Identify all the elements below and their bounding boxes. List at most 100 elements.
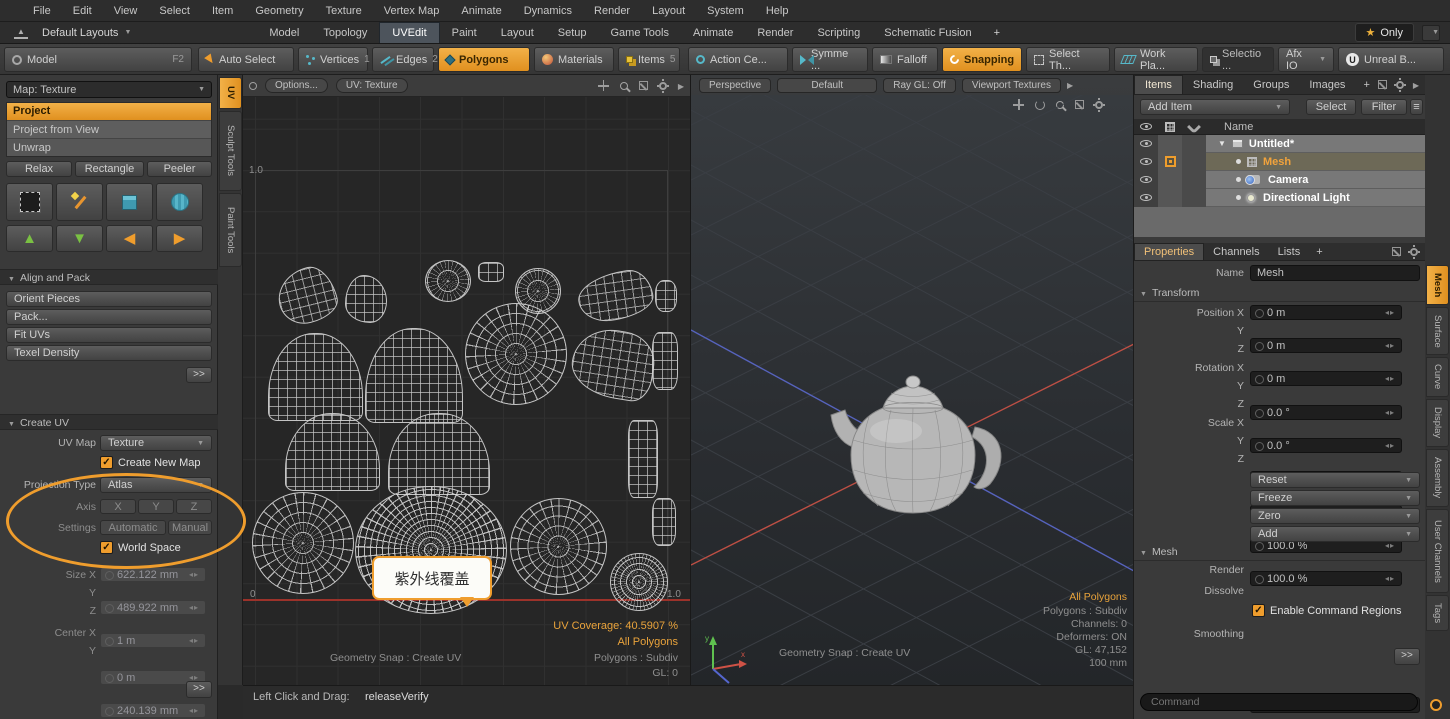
- properties-more-button[interactable]: >>: [1394, 648, 1420, 665]
- create-uv-section[interactable]: Create UV: [0, 414, 218, 430]
- size-x-field[interactable]: 622.122 mm: [100, 567, 206, 582]
- falloff-button[interactable]: Falloff: [872, 47, 938, 72]
- menu-animate[interactable]: Animate: [450, 5, 512, 17]
- form-tab-surface[interactable]: Surface: [1426, 307, 1449, 355]
- maximize-icon[interactable]: [639, 81, 648, 90]
- tab-layout[interactable]: Layout: [489, 23, 546, 43]
- uv-map-dropdown[interactable]: Texture: [100, 435, 212, 451]
- polygons-mode-button[interactable]: Polygons: [438, 47, 530, 72]
- uv-texture-tab[interactable]: UV: Texture: [336, 78, 408, 93]
- position-y-field[interactable]: 0 m: [1250, 338, 1402, 353]
- rotation-y-field[interactable]: 0.0 °: [1250, 438, 1402, 453]
- eye-icon[interactable]: [1140, 174, 1152, 186]
- select-through-button[interactable]: Select Th...: [1026, 47, 1110, 72]
- item-name[interactable]: Camera: [1268, 174, 1308, 186]
- auto-select-button[interactable]: Auto Select: [198, 47, 294, 72]
- snapping-button[interactable]: Snapping: [942, 47, 1022, 72]
- add-transform-button[interactable]: Add: [1250, 526, 1420, 542]
- gear-icon[interactable]: [1396, 81, 1404, 89]
- freeze-button[interactable]: Freeze: [1250, 490, 1420, 506]
- viewport-header-menu-icon[interactable]: [1067, 79, 1073, 91]
- form-tab-assembly[interactable]: Assembly: [1426, 449, 1449, 507]
- unreal-bridge-button[interactable]: Unreal B...: [1338, 47, 1444, 72]
- command-input[interactable]: [1140, 693, 1418, 711]
- uv-editor[interactable]: Options... UV: Texture 1.0 0 1.0: [243, 75, 690, 685]
- zoom-icon[interactable]: [620, 82, 628, 90]
- panel-menu-icon[interactable]: [678, 80, 684, 92]
- gear-icon[interactable]: [1410, 248, 1418, 256]
- uv-island[interactable]: [510, 498, 607, 595]
- create-new-map-checkbox[interactable]: [100, 456, 113, 469]
- uv-sphere-project-button[interactable]: [156, 183, 203, 221]
- item-name[interactable]: Directional Light: [1263, 192, 1350, 204]
- tab-uvedit[interactable]: UVEdit: [379, 22, 439, 43]
- settings-automatic-button[interactable]: Automatic: [100, 520, 166, 535]
- work-plane-button[interactable]: Work Pla...: [1114, 47, 1198, 72]
- tab-animate[interactable]: Animate: [681, 23, 745, 43]
- projection-item-unwrap[interactable]: Unwrap: [7, 138, 211, 156]
- menu-geometry[interactable]: Geometry: [244, 5, 314, 17]
- add-properties-tab-button[interactable]: +: [1309, 244, 1329, 260]
- default-layouts-dropdown[interactable]: Default Layouts: [36, 27, 137, 39]
- fit-uvs-button[interactable]: Fit UVs: [6, 327, 212, 343]
- edges-mode-button[interactable]: Edges2: [372, 47, 434, 72]
- materials-mode-button[interactable]: Materials: [534, 47, 614, 72]
- add-item-dropdown[interactable]: Add Item: [1140, 99, 1290, 115]
- orient-pieces-button[interactable]: Orient Pieces: [6, 291, 212, 307]
- peeler-button[interactable]: Peeler: [147, 161, 212, 177]
- viewport-tab-raygl[interactable]: Ray GL: Off: [883, 78, 956, 93]
- tab-schematic-fusion[interactable]: Schematic Fusion: [872, 23, 983, 43]
- active-layer-icon[interactable]: [1165, 156, 1176, 167]
- menu-texture[interactable]: Texture: [315, 5, 373, 17]
- only-button[interactable]: ★ Only: [1355, 23, 1415, 42]
- eye-icon[interactable]: [1140, 192, 1152, 204]
- viewport-tab-perspective[interactable]: Perspective: [699, 78, 771, 93]
- item-name[interactable]: Mesh: [1263, 156, 1291, 168]
- scale-z-field[interactable]: 100.0 %: [1250, 571, 1402, 586]
- gear-icon[interactable]: [659, 82, 667, 90]
- pan-icon[interactable]: [598, 80, 609, 91]
- maximize-icon[interactable]: [1392, 247, 1401, 256]
- projection-type-dropdown[interactable]: Atlas: [100, 477, 212, 493]
- items-mode-button[interactable]: Items5: [618, 47, 680, 72]
- uv-shift-right-button[interactable]: ▶: [156, 225, 203, 252]
- tab-scripting[interactable]: Scripting: [805, 23, 872, 43]
- name-field[interactable]: Mesh: [1250, 265, 1420, 281]
- transform-section[interactable]: Transform: [1134, 287, 1426, 302]
- item-row-scene[interactable]: ▼ Untitled*: [1134, 135, 1426, 153]
- uv-transform-tool-button[interactable]: [6, 183, 53, 221]
- uv-island[interactable]: [628, 420, 658, 498]
- list-options-button[interactable]: ≡: [1410, 99, 1423, 115]
- size-z-field[interactable]: 1 m: [100, 633, 206, 648]
- rotation-x-field[interactable]: 0.0 °: [1250, 405, 1402, 420]
- viewport-tab-textures[interactable]: Viewport Textures: [962, 78, 1061, 93]
- uv-shift-left-button[interactable]: ◀: [106, 225, 153, 252]
- form-tab-tags[interactable]: Tags: [1426, 595, 1449, 631]
- axis-y-button[interactable]: Y: [138, 499, 174, 514]
- model-mode-button[interactable]: Model F2: [4, 47, 192, 72]
- tab-game-tools[interactable]: Game Tools: [599, 23, 682, 43]
- settings-manual-button[interactable]: Manual: [168, 520, 212, 535]
- tab-channels[interactable]: Channels: [1204, 244, 1268, 260]
- uv-island[interactable]: [252, 492, 354, 594]
- command-options-button[interactable]: [1430, 699, 1442, 711]
- layout-overflow-button[interactable]: [1422, 25, 1440, 41]
- vertices-mode-button[interactable]: Vertices1: [298, 47, 368, 72]
- layout-tray-icon[interactable]: ▲: [14, 27, 28, 39]
- item-row-mesh[interactable]: Mesh: [1134, 153, 1426, 171]
- eye-icon[interactable]: [1140, 138, 1152, 150]
- menu-render[interactable]: Render: [583, 5, 641, 17]
- item-name[interactable]: Untitled*: [1249, 138, 1294, 150]
- form-tab-curve[interactable]: Curve: [1426, 357, 1449, 397]
- axis-x-button[interactable]: X: [100, 499, 136, 514]
- uv-island[interactable]: [425, 260, 471, 302]
- uv-pick-tool-button[interactable]: [56, 183, 103, 221]
- tab-paint[interactable]: Paint: [440, 23, 489, 43]
- uv-shift-down-button[interactable]: ▼: [56, 225, 103, 252]
- add-list-tab-button[interactable]: +: [1355, 76, 1377, 94]
- teapot-3d[interactable]: [831, 376, 1001, 513]
- uv-options-button[interactable]: Options...: [265, 78, 328, 93]
- uv-island[interactable]: [655, 280, 677, 312]
- mesh-section[interactable]: Mesh: [1134, 546, 1426, 561]
- item-row-directional-light[interactable]: Directional Light: [1134, 189, 1426, 207]
